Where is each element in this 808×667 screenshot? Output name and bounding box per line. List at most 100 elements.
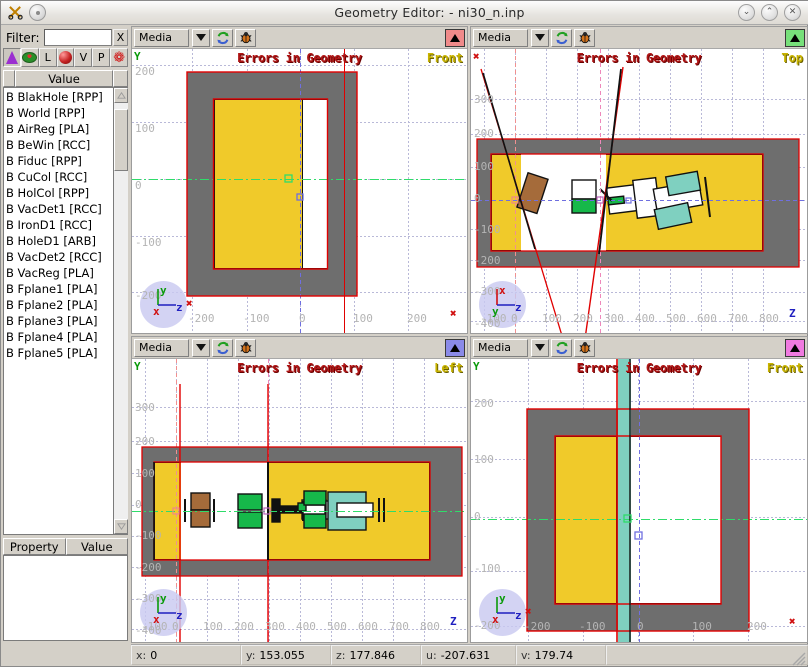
list-item[interactable]: B IronD1 [RCC] [4,217,113,233]
viewport-canvas-bottom-left[interactable]: Y Errors in Geometry Left 300 200 100 0 -100… [132,359,467,642]
viewport-top-left[interactable]: Media Y Errors in Geometry Front 200 100… [131,26,468,334]
scissors-icon[interactable] [5,3,25,23]
y-tick-label: -100 [474,223,501,236]
voxel-icon[interactable]: V [74,48,93,67]
y-tick-label: 100 [135,467,155,480]
compass-axis-label: z [515,609,522,622]
compass-origin-label: x [492,613,499,626]
chevron-down-icon[interactable] [192,338,210,357]
viewport-color-flag-top-left[interactable] [445,28,465,47]
list-header-value[interactable]: Value [15,70,113,87]
viewport-bottom-left[interactable]: Media Y Errors in Geometry Left 300 200 … [131,336,468,643]
refresh-icon[interactable] [551,338,572,357]
bug-icon[interactable] [574,338,595,357]
region-vacuum [618,436,721,604]
filter-label: Filter: [6,30,40,45]
viewport-bottom-right[interactable]: Media Y Errors in Geometry Front 200 100… [470,336,808,643]
chevron-down-icon[interactable] [531,338,549,357]
viewport-color-flag-bottom-left[interactable] [445,338,465,357]
torus-icon[interactable] [20,48,39,67]
scrollbar-track[interactable] [114,103,128,519]
list-header-spacer[interactable] [3,70,15,87]
list-item[interactable]: B Fplane4 [PLA] [4,329,113,345]
filter-row: Filter: X [3,28,128,47]
close-button[interactable]: ✕ [784,4,801,21]
point-icon[interactable]: P [92,48,111,67]
list-item[interactable]: B BeWin [RCC] [4,137,113,153]
list-item[interactable]: B VacDet1 [RCC] [4,201,113,217]
filter-input[interactable] [43,29,112,46]
bug-icon[interactable] [235,338,256,357]
property-table-body[interactable] [3,555,128,641]
x-axis-icon-end: ✖ [789,615,796,628]
list-item[interactable]: B HoleD1 [ARB] [4,233,113,249]
scroll-up-arrow-icon[interactable] [114,88,128,103]
sphere-icon[interactable] [56,48,75,67]
titlebar-left-icons [1,3,121,23]
chevron-down-icon[interactable] [531,28,549,47]
window-menu-icon[interactable] [29,4,46,21]
y-tick-label: 200 [474,397,494,410]
list-item[interactable]: B Fplane3 [PLA] [4,313,113,329]
refresh-icon[interactable] [212,28,233,47]
x-tick-label: -100 [579,620,606,633]
property-header-value[interactable]: Value [65,538,128,555]
viewport-canvas-top-right[interactable]: ✖ Errors in Geometry Top 300 200 100 0 -100 -… [471,49,807,333]
object-list-content: B BlakHole [RPP] B World [RPP] B AirReg [P… [4,88,113,534]
viewport-color-flag-top-right[interactable] [785,28,805,47]
media-combo-bottom-right[interactable]: Media [473,338,549,357]
viewport-top-right[interactable]: Media ✖ Errors in Geometry Top 300 200 1… [470,26,808,334]
object-list-scrollbar[interactable] [113,88,128,534]
x-tick-label: 700 [728,312,748,325]
list-item[interactable]: B World [RPP] [4,105,113,121]
list-item[interactable]: B Fiduc [RPP] [4,153,113,169]
list-item[interactable]: B BlakHole [RPP] [4,89,113,105]
status-z: z: 177.846 [331,645,421,665]
refresh-icon[interactable] [212,338,233,357]
media-combo-value[interactable]: Media [473,338,528,357]
refresh-icon[interactable] [551,28,572,47]
compass-origin-label: x [153,613,160,626]
media-combo-value[interactable]: Media [134,338,189,357]
list-item[interactable]: B CuCol [RCC] [4,169,113,185]
scroll-down-arrow-icon[interactable] [114,519,128,534]
x-axis-icon: ✖ [525,605,532,618]
viewport-view-label-bottom-left: Left [434,361,463,375]
list-item[interactable]: B Fplane1 [PLA] [4,281,113,297]
list-item[interactable]: B Fplane5 [PLA] [4,345,113,361]
viewport-canvas-bottom-right[interactable]: Y Errors in Geometry Front 200 100 0 -100 -2… [471,359,807,642]
viewport-canvas-top-left[interactable]: Y Errors in Geometry Front 200 100 0 -100 -2… [132,49,467,333]
media-combo-top-left[interactable]: Media [134,28,210,47]
flame-icon[interactable]: ❁ [110,48,129,67]
lattice-icon[interactable]: L [38,48,57,67]
chevron-down-icon[interactable] [192,28,210,47]
minimize-button[interactable]: ⌄ [738,4,755,21]
list-item[interactable]: B Fplane2 [PLA] [4,297,113,313]
media-combo-top-right[interactable]: Media [473,28,549,47]
scrollbar-thumb[interactable] [114,109,128,171]
maximize-button[interactable]: ⌃ [761,4,778,21]
media-combo-bottom-left[interactable]: Media [134,338,210,357]
media-combo-value[interactable]: Media [134,28,189,47]
axis-z-line [300,49,301,333]
bug-icon[interactable] [574,28,595,47]
list-item[interactable]: B HolCol [RPP] [4,185,113,201]
viewport-view-label-bottom-right: Front [766,361,803,375]
property-header-property[interactable]: Property [3,538,66,555]
viewport-color-flag-bottom-right[interactable] [785,338,805,357]
object-list-header: Value [3,70,128,87]
bug-icon[interactable] [235,28,256,47]
list-header-end[interactable] [113,70,128,87]
viewport-title-top-right: Errors in Geometry [576,51,702,65]
compass-axis-label: z [176,301,183,314]
resize-grip[interactable] [792,651,806,666]
cone-icon[interactable] [3,48,21,67]
list-item[interactable]: B VacDet2 [RCC] [4,249,113,265]
list-item[interactable]: B AirReg [PLA] [4,121,113,137]
filter-clear-button[interactable]: X [113,29,128,46]
list-item[interactable]: B VacReg [PLA] [4,265,113,281]
media-combo-value[interactable]: Media [473,28,528,47]
property-table-header: Property Value [3,538,128,555]
object-list[interactable]: B BlakHole [RPP] B World [RPP] B AirReg [P… [3,87,128,535]
viewport-grid: Media Y Errors in Geometry Front 200 100… [131,26,808,643]
